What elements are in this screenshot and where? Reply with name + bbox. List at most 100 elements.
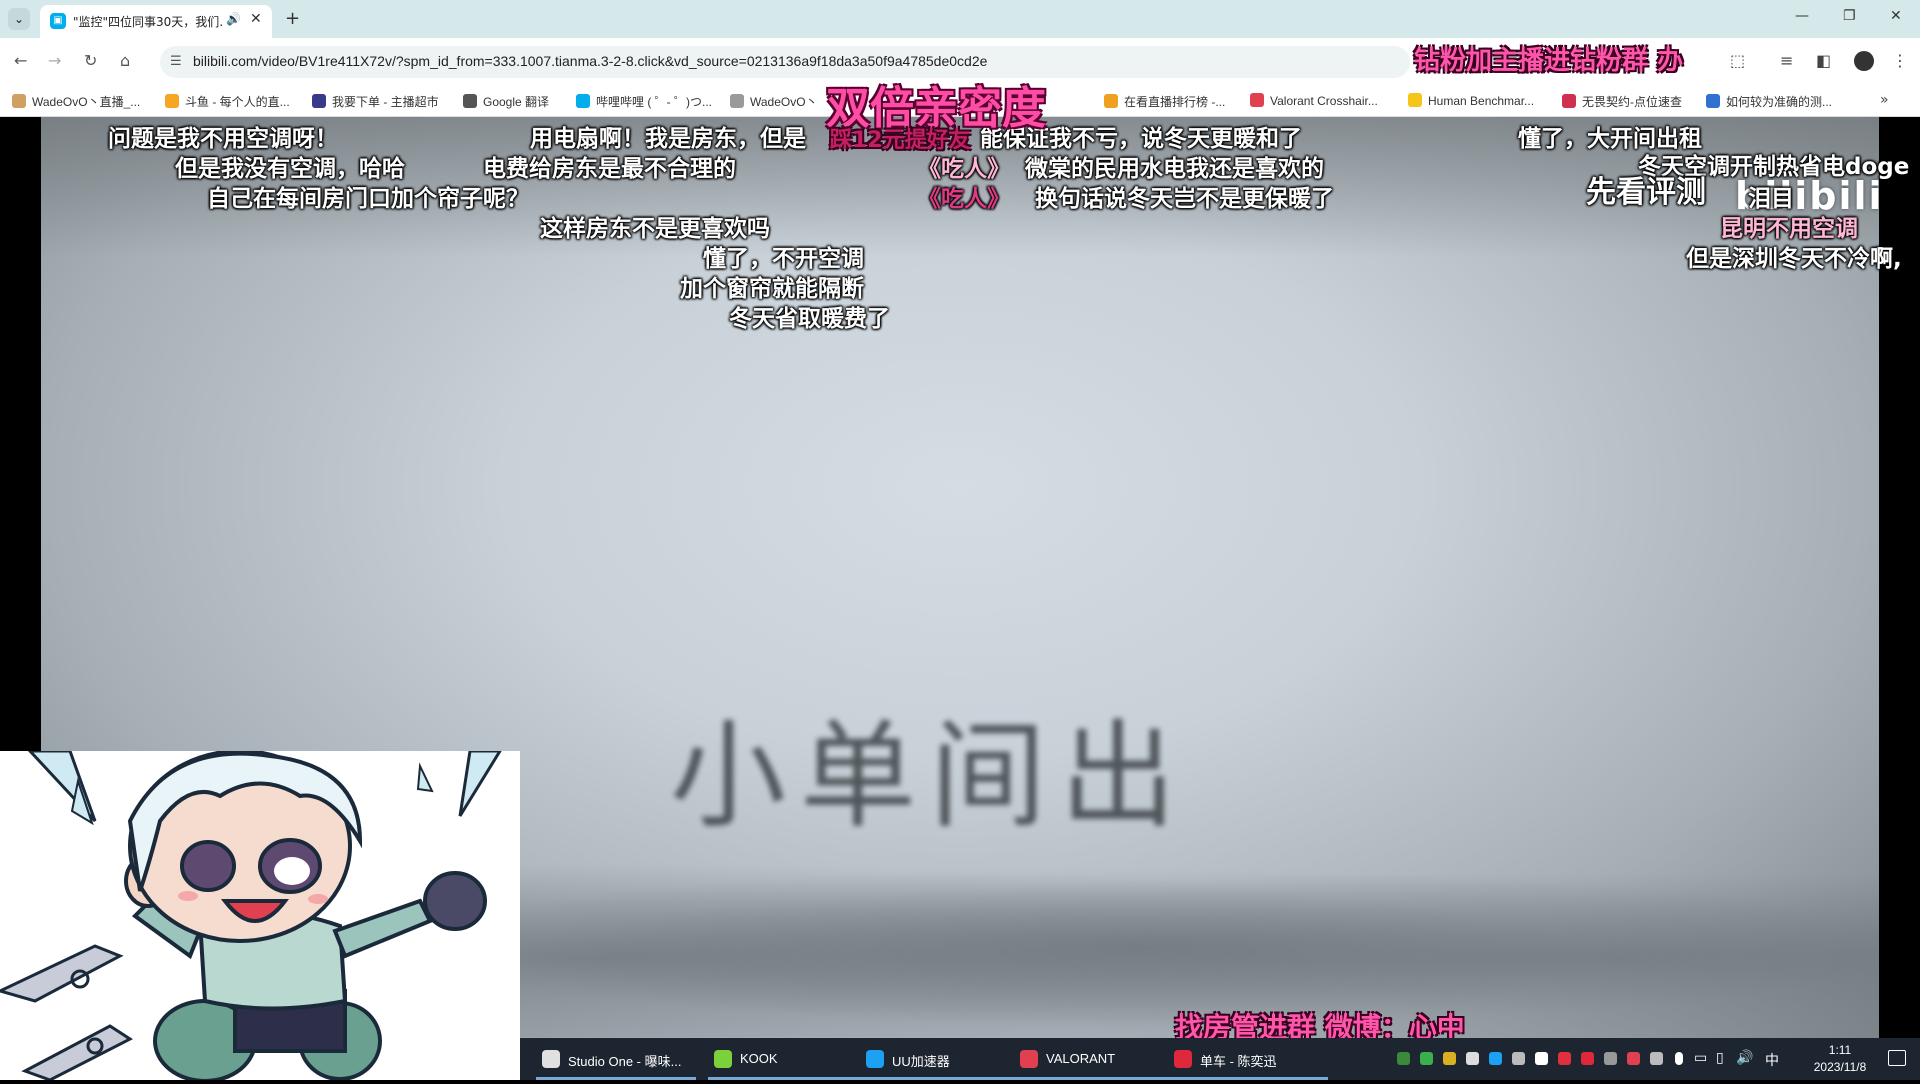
bookmark-label: Human Benchmar... [1428,94,1535,108]
danmaku-comment: 昆明不用空调 [1720,216,1858,242]
site-info-icon[interactable]: ☰ [170,54,182,69]
app-tray-icon[interactable] [1535,1052,1548,1065]
danmaku-comment: 加个窗帘就能隔断 [680,276,864,302]
bookmark-label: WadeOvO丶直播_... [32,95,141,109]
home-icon[interactable]: ⌂ [120,51,130,70]
speaker-icon[interactable]: 🔊 [226,12,241,26]
bookmark-favicon-icon [312,94,326,108]
clock-date: 2023/11/8 [1813,1060,1867,1074]
extensions-icon[interactable]: ⬚ [1730,51,1745,70]
bookmark-label: 在看直播排行榜 -... [1124,95,1226,109]
reload-icon[interactable]: ↻ [84,51,97,70]
address-bar[interactable]: ☰ bilibili.com/video/BV1re411X72v/?spm_i… [160,46,1410,78]
uu-tray-icon[interactable] [1489,1052,1502,1065]
app-tray-icon[interactable] [1650,1052,1663,1065]
bookmark-label: 我要下单 - 主播超市 [332,95,439,109]
tab-title: "监控"四位同事30天，我们… [73,15,223,29]
danmaku-comment: 冬天省取暖费了 [729,306,890,332]
bookmark-item[interactable]: 哔哩哔哩 ( ゜- ゜)つ... [576,93,712,110]
new-tab-button[interactable]: + [285,8,300,29]
ime-indicator[interactable]: 中 [1765,1050,1779,1070]
tab-bar: ⌄ ▣ "监控"四位同事30天，我们… 🔊 ✕ + — ❐ ✕ [0,0,1920,38]
bookmark-favicon-icon [1706,94,1720,108]
netease-tray-icon[interactable] [1581,1052,1594,1065]
taskbar-app-label: UU加速器 [892,1054,950,1069]
minimize-button[interactable]: — [1795,8,1809,24]
bookmark-item[interactable]: 如何较为准确的测... [1706,93,1832,110]
danmaku-comment: 这样房东不是更喜欢吗 [540,216,770,242]
bilibili-favicon-icon: ▣ [50,13,66,29]
danmaku-comment: 自己在每间房门口加个帘子呢？ [207,186,529,212]
bookmark-item[interactable]: 无畏契约-点位速查 [1562,93,1682,110]
app-tray-icon[interactable] [1558,1052,1571,1065]
app-icon [1020,1050,1038,1068]
danmaku-comment: 微棠的民用水电我还是喜欢的 [1025,156,1324,182]
app-tray-icon[interactable] [1466,1052,1479,1065]
volume-icon[interactable]: 🔊 [1736,1050,1753,1066]
menu-kebab-icon[interactable]: ⋮ [1892,51,1908,70]
taskbar-app-label: KOOK [740,1051,778,1066]
bookmark-label: 哔哩哔哩 ( ゜- ゜)つ... [596,95,712,109]
app-tray-icon[interactable] [1604,1052,1617,1065]
danmaku-comment: 但是深圳冬天不冷啊, [1686,246,1902,272]
windows-taskbar: ▭ ▯ 🔊 中 1:11 2023/11/8 Studio One - 曝味..… [520,1038,1920,1080]
microphone-icon[interactable] [1675,1052,1683,1065]
taskbar-clock[interactable]: 1:11 2023/11/8 [1800,1042,1880,1076]
restore-button[interactable]: ❐ [1843,8,1856,24]
danmaku-comment: 用电扇啊！ [530,126,645,152]
app-tray-icon[interactable] [1443,1052,1456,1065]
bookmark-label: 无畏契约-点位速查 [1582,95,1682,109]
profile-avatar-icon[interactable] [1854,51,1874,71]
bookmark-item[interactable]: 斗鱼 - 每个人的直... [165,93,290,110]
forward-arrow-icon[interactable]: → [48,51,61,70]
bookmarks-overflow-icon[interactable]: » [1880,92,1889,108]
bookmark-favicon-icon [1408,93,1422,107]
chibi-character-icon [0,749,503,1083]
bookmark-favicon-icon [165,94,179,108]
side-panel-icon[interactable]: ◧ [1816,51,1831,70]
tab-search-button[interactable]: ⌄ [8,8,30,30]
video-subtitle: 小单间出 [670,709,1190,844]
notification-center-icon[interactable] [1888,1050,1906,1066]
bookmark-label: 如何较为准确的测... [1726,95,1833,109]
url-text[interactable]: bilibili.com/video/BV1re411X72v/?spm_id_… [193,53,987,69]
tab-close-icon[interactable]: ✕ [250,11,262,27]
bookmark-item[interactable]: WadeOvO丶 [730,93,818,110]
tab-active[interactable]: ▣ "监控"四位同事30天，我们… 🔊 ✕ [40,5,272,38]
app-icon [714,1050,732,1068]
danmaku-comment: 《吃人》 [918,186,1010,212]
bookmark-favicon-icon [576,94,590,108]
danmaku-comment: 换句话说冬天岂不是更保暖了 [1035,186,1334,212]
clock-time: 1:11 [1828,1043,1852,1057]
danmaku-comment: 问题是我不用空调呀！ [108,126,338,152]
app-icon [542,1050,560,1068]
bookmark-favicon-icon [1562,94,1576,108]
taskbar-app-label: 单车 - 陈奕迅 [1200,1054,1277,1069]
bookmark-item[interactable]: Google 翻译 [463,93,549,110]
nvidia-tray-icon[interactable] [1397,1052,1410,1065]
danmaku-comment: 泪目 [1748,186,1794,212]
app-tray-icon[interactable] [1627,1052,1640,1065]
danmaku-comment: 但是我没有空调，哈哈 [175,156,405,182]
bookmark-item[interactable]: Valorant Crosshair... [1250,93,1378,108]
stream-top-banner: 钻粉加主播进钻粉群 办 [1414,46,1684,76]
bookmark-item[interactable]: 在看直播排行榜 -... [1104,93,1225,110]
bookmark-item[interactable]: WadeOvO丶直播_... [12,93,140,110]
reading-list-icon[interactable]: ≡ [1780,51,1793,70]
app-tray-icon[interactable] [1420,1052,1433,1065]
app-icon [1174,1050,1192,1068]
danmaku-comment: 我是房东，但是 [645,126,806,152]
stream-small-overlay: 踩12元提好友 [830,128,971,153]
window-close-button[interactable]: ✕ [1890,8,1902,24]
bookmark-label: Google 翻译 [483,95,550,109]
battery-icon[interactable]: ▯ [1716,1050,1724,1066]
back-arrow-icon[interactable]: ← [14,51,27,70]
app-tray-icon[interactable] [1512,1052,1525,1065]
bookmark-item[interactable]: Human Benchmar... [1408,93,1534,108]
danmaku-comment: 电费给房东是最不合理的 [483,156,736,182]
bookmark-item[interactable]: 我要下单 - 主播超市 [312,93,439,110]
network-icon[interactable]: ▭ [1694,1050,1707,1066]
app-icon [866,1050,884,1068]
bookmark-label: Valorant Crosshair... [1270,94,1378,108]
bookmark-favicon-icon [1104,94,1118,108]
